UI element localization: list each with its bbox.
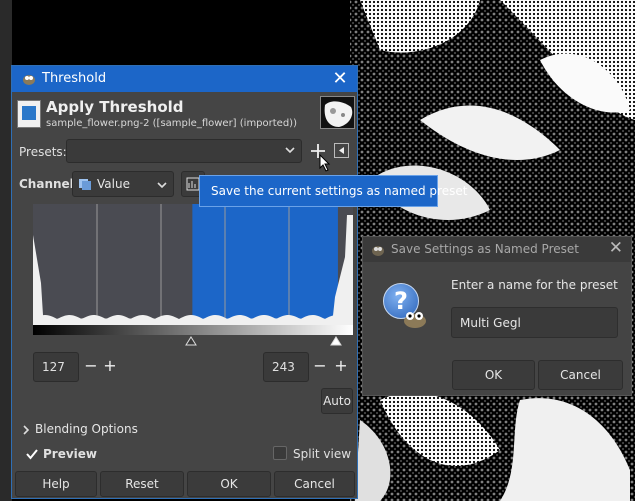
presets-label: Presets:: [19, 145, 67, 159]
channel-combo[interactable]: Value: [72, 171, 174, 197]
high-decrease-button[interactable]: −: [310, 355, 330, 377]
ok-button[interactable]: OK: [452, 360, 535, 390]
presets-combo[interactable]: [66, 139, 302, 163]
split-view-label: Split view: [293, 447, 352, 461]
tooltip: Save the current settings as named prese…: [199, 175, 467, 207]
channel-value: Value: [97, 177, 130, 191]
dialog-title: Threshold: [42, 71, 107, 86]
gimp-icon: [23, 75, 35, 85]
mouse-cursor: [319, 154, 331, 172]
presets-menu-button[interactable]: [334, 143, 349, 158]
threshold-tool-icon: [17, 100, 41, 128]
preview-label: Preview: [43, 447, 98, 461]
low-threshold-handle[interactable]: [185, 336, 197, 346]
heading: Apply Threshold: [46, 98, 184, 116]
dialog-title: Save Settings as Named Preset: [391, 242, 579, 256]
threshold-selection: [192, 204, 338, 325]
low-decrease-button[interactable]: −: [81, 355, 101, 377]
high-value-field[interactable]: 243: [263, 352, 309, 382]
value-gradient: [33, 325, 353, 335]
split-view-checkbox[interactable]: [273, 446, 287, 460]
channel-icon: [79, 179, 91, 190]
ok-button[interactable]: OK: [187, 471, 271, 497]
prompt-message: Enter a name for the preset: [451, 278, 618, 292]
chevron-down-icon: [285, 147, 295, 154]
image-subtitle: sample_flower.png-2 ([sample_flower] (im…: [46, 118, 297, 129]
close-icon[interactable]: ✕: [609, 238, 623, 258]
checkmark-icon: [26, 449, 38, 460]
wilber-icon: [404, 312, 426, 328]
triangle-left-icon: [339, 147, 344, 154]
cancel-button[interactable]: Cancel: [274, 471, 355, 497]
channel-label: Channel:: [19, 177, 79, 191]
close-icon[interactable]: ✕: [329, 68, 351, 90]
cancel-button[interactable]: Cancel: [538, 360, 623, 390]
chevron-right-icon: [23, 425, 30, 435]
low-increase-button[interactable]: +: [100, 355, 120, 377]
high-increase-button[interactable]: +: [331, 355, 351, 377]
dialog-titlebar[interactable]: Save Settings as Named Preset ✕: [363, 237, 631, 262]
histogram[interactable]: [33, 204, 353, 325]
save-preset-dialog: Save Settings as Named Preset ✕ ? Enter …: [362, 236, 632, 396]
chevron-down-icon: [157, 182, 167, 189]
histogram-icon: [186, 177, 200, 191]
gimp-icon: [372, 246, 384, 256]
threshold-dialog: Threshold ✕ Apply Threshold sample_flowe…: [11, 65, 358, 499]
dialog-titlebar[interactable]: Threshold ✕: [12, 66, 357, 92]
preset-name-input[interactable]: Multi Gegl: [451, 307, 618, 338]
image-thumbnail: [320, 96, 355, 129]
help-button[interactable]: Help: [15, 471, 97, 497]
high-threshold-handle[interactable]: [330, 336, 342, 346]
auto-button[interactable]: Auto: [321, 388, 353, 414]
low-value-field[interactable]: 127: [33, 352, 79, 382]
reset-button[interactable]: Reset: [100, 471, 184, 497]
